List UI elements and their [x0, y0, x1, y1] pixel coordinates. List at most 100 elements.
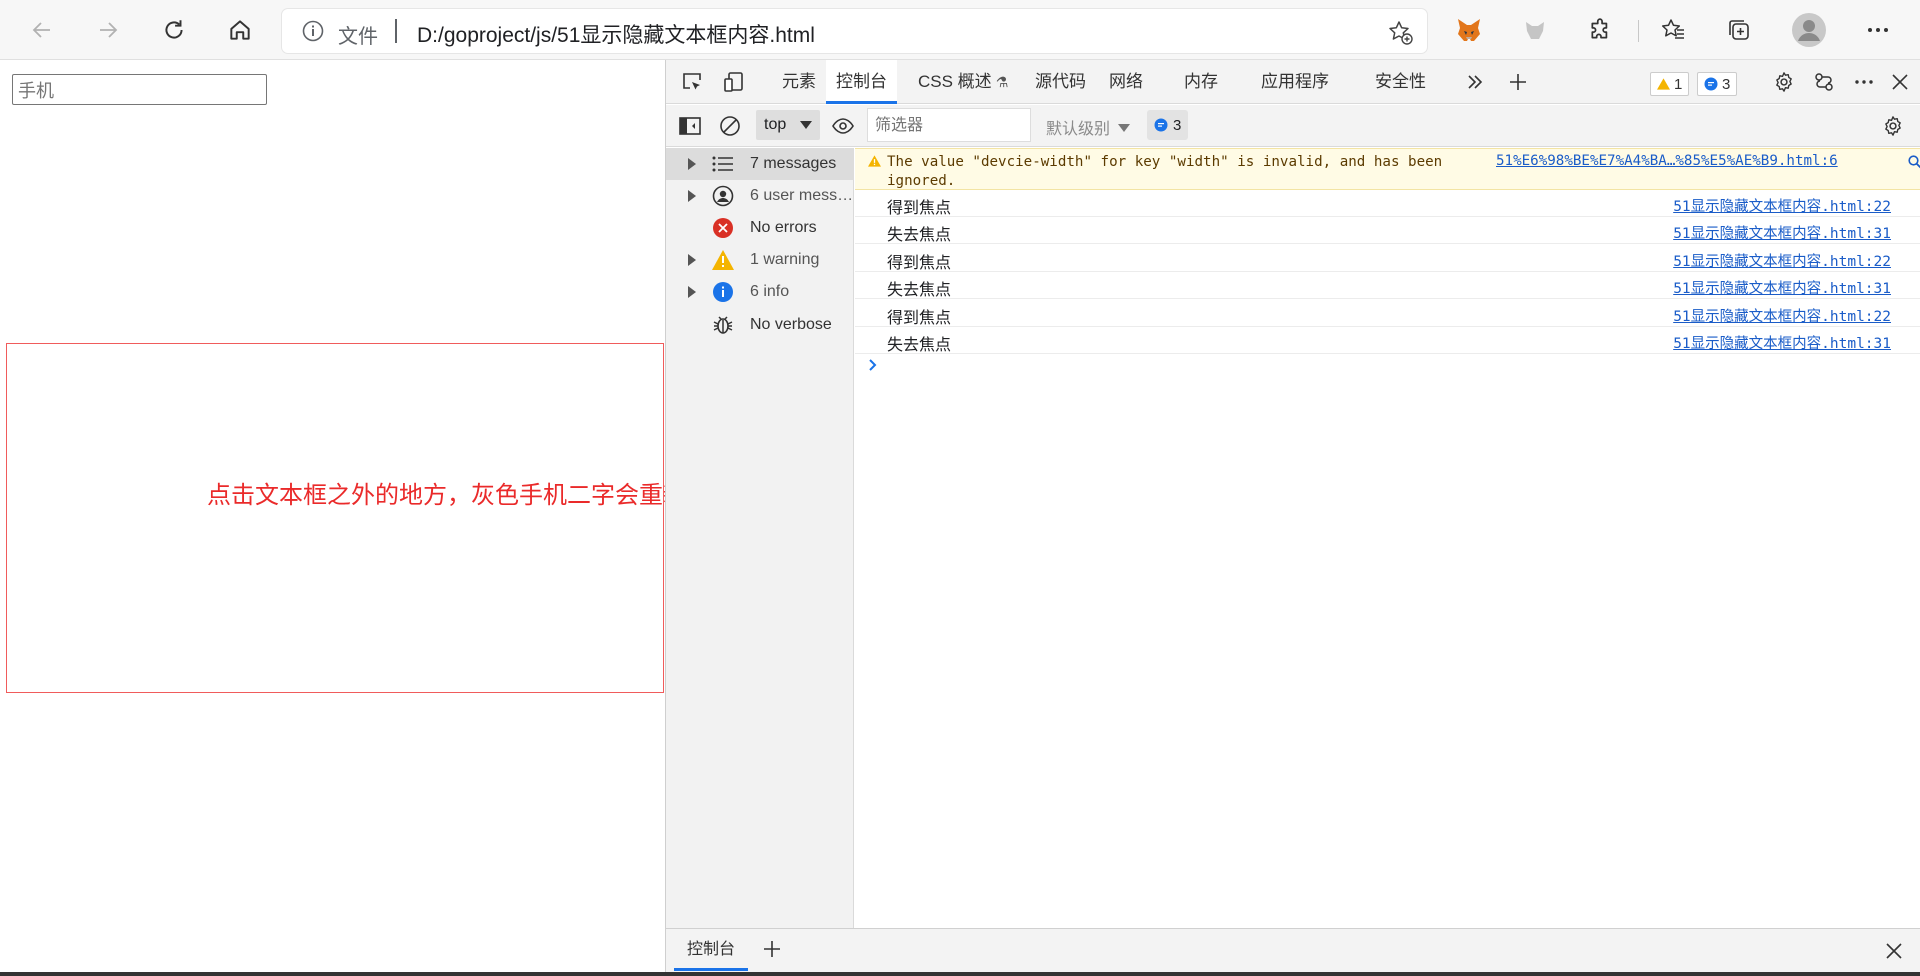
- clear-console-button[interactable]: [718, 114, 742, 138]
- expand-arrow-icon[interactable]: [688, 190, 696, 202]
- collections-button[interactable]: [1721, 12, 1757, 48]
- warnings-count: 1: [1674, 75, 1683, 93]
- red-bordered-box: 点击文本框之外的地方，灰色手机二字会重新显示: [6, 343, 735, 693]
- live-expression-button[interactable]: [831, 114, 855, 138]
- more-tabs-button[interactable]: [1463, 70, 1487, 94]
- tab-css-overview-label: CSS 概述: [918, 72, 992, 91]
- console-log-row: 得到焦点 51显示隐藏文本框内容.html:22: [855, 300, 1920, 327]
- forward-button[interactable]: [90, 12, 126, 48]
- add-tab-button[interactable]: [1506, 70, 1530, 94]
- log-source-link[interactable]: 51显示隐藏文本框内容.html:31: [1673, 222, 1891, 243]
- console-log-row: 失去焦点 51显示隐藏文本框内容.html:31: [855, 217, 1920, 244]
- home-icon: [230, 20, 250, 40]
- chevron-down-icon: [1118, 124, 1131, 132]
- sidebar-item-errors[interactable]: No errors: [666, 212, 854, 244]
- extensions-button[interactable]: [1583, 12, 1619, 48]
- sidebar-item-user-messages[interactable]: 6 user messa...: [666, 180, 854, 212]
- inspect-element-button[interactable]: [680, 70, 704, 94]
- tab-console[interactable]: 控制台: [826, 60, 897, 104]
- plus-icon: [1510, 74, 1526, 90]
- warning-message: The value "devcie-width" for key "width"…: [887, 154, 1443, 189]
- log-source-link[interactable]: 51显示隐藏文本框内容.html:31: [1673, 277, 1891, 298]
- refresh-button[interactable]: [156, 12, 192, 48]
- list-icon: [712, 153, 734, 175]
- taskbar-edge: [0, 972, 1920, 976]
- bug-icon: [712, 314, 734, 336]
- connections-icon: [1815, 73, 1833, 91]
- sidebar-item-warnings[interactable]: 1 warning: [666, 244, 854, 276]
- home-button[interactable]: [222, 12, 258, 48]
- message-icon: [1704, 77, 1718, 91]
- device-emulation-button[interactable]: [722, 70, 746, 94]
- log-message: 得到焦点: [887, 308, 952, 327]
- log-source-link[interactable]: 51显示隐藏文本框内容.html:22: [1673, 305, 1891, 326]
- log-source-link[interactable]: 51显示隐藏文本框内容.html:31: [1673, 332, 1891, 353]
- close-devtools-button[interactable]: [1888, 70, 1912, 94]
- tab-network[interactable]: 网络: [1103, 60, 1149, 104]
- tab-elements[interactable]: 元素: [776, 60, 822, 104]
- issues-badge[interactable]: 3: [1147, 110, 1189, 140]
- console-log-row: 失去焦点 51显示隐藏文本框内容.html:31: [855, 327, 1920, 354]
- flask-icon: ⚗: [995, 74, 1009, 90]
- extension-button-2[interactable]: [1517, 12, 1553, 48]
- phone-input[interactable]: 手机: [12, 74, 267, 105]
- search-icon[interactable]: [1908, 155, 1920, 169]
- sidebar-item-label: No verbose: [750, 316, 832, 333]
- sidebar-item-messages[interactable]: 7 messages: [666, 148, 854, 180]
- devtools-more-button[interactable]: [1852, 70, 1876, 94]
- metamask-extension-button[interactable]: [1451, 12, 1487, 48]
- address-bar[interactable]: 文件 D:/goproject/js/51显示隐藏文本框内容.html: [282, 9, 1427, 53]
- close-drawer-button[interactable]: [1882, 939, 1906, 963]
- devtools-settings-button[interactable]: [1772, 70, 1796, 94]
- back-button[interactable]: [24, 12, 60, 48]
- tab-css-overview[interactable]: CSS 概述 ⚗: [912, 60, 1014, 104]
- filter-input[interactable]: 筛选器: [867, 108, 1031, 142]
- expand-arrow-icon[interactable]: [688, 158, 696, 170]
- favorites-button[interactable]: [1655, 12, 1691, 48]
- settings-more-button[interactable]: [1860, 12, 1896, 48]
- issues-count: 3: [1173, 116, 1182, 134]
- sidebar-item-info[interactable]: 6 info: [666, 276, 854, 308]
- tab-security[interactable]: 安全性: [1369, 60, 1432, 104]
- log-source-link[interactable]: 51显示隐藏文本框内容.html:22: [1673, 195, 1891, 216]
- tab-application[interactable]: 应用程序: [1255, 60, 1335, 104]
- warning-source-link[interactable]: 51%E6%98%BE%E7%A4%BA…%85%E5%AE%B9.html:6: [1496, 153, 1838, 169]
- collections-icon: [1729, 20, 1749, 40]
- warnings-badge[interactable]: 1: [1650, 72, 1690, 96]
- info-icon[interactable]: [302, 20, 324, 42]
- console-prompt[interactable]: [868, 358, 878, 372]
- sidebar-item-verbose[interactable]: No verbose: [666, 309, 854, 341]
- tab-memory[interactable]: 内存: [1178, 60, 1224, 104]
- context-select-value: top: [764, 116, 787, 133]
- address-separator: [395, 19, 397, 43]
- error-icon: [712, 217, 734, 239]
- tab-sources[interactable]: 源代码: [1029, 60, 1092, 104]
- more-horizontal-icon: [1868, 28, 1888, 32]
- eye-icon: [832, 118, 854, 134]
- connections-button[interactable]: [1812, 70, 1836, 94]
- messages-badge[interactable]: 3: [1697, 72, 1738, 96]
- context-select[interactable]: top: [756, 110, 820, 140]
- expand-arrow-icon[interactable]: [688, 286, 696, 298]
- profile-button[interactable]: [1789, 10, 1829, 50]
- wolf-icon: [1526, 22, 1544, 39]
- console-settings-button[interactable]: [1881, 114, 1905, 138]
- more-horizontal-icon: [1855, 80, 1873, 84]
- block-icon: [720, 116, 740, 136]
- toggle-sidebar-button[interactable]: [678, 114, 702, 138]
- address-url[interactable]: D:/goproject/js/51显示隐藏文本框内容.html: [417, 19, 815, 49]
- drawer-tab-console[interactable]: 控制台: [674, 929, 748, 975]
- expand-arrow-icon[interactable]: [688, 254, 696, 266]
- console-warning-row: The value "devcie-width" for key "width"…: [855, 148, 1920, 190]
- log-source-link[interactable]: 51显示隐藏文本框内容.html:22: [1673, 250, 1891, 271]
- avatar-icon: [1792, 13, 1826, 47]
- warning-icon: [1657, 78, 1670, 90]
- chevron-down-icon: [800, 121, 812, 129]
- gear-icon: [1776, 72, 1792, 92]
- add-favorite-icon[interactable]: [1387, 19, 1413, 45]
- drawer-add-tab-button[interactable]: [760, 937, 784, 961]
- log-message: 失去焦点: [887, 225, 952, 244]
- refresh-icon: [165, 20, 183, 39]
- log-level-select[interactable]: 默认级别: [1046, 115, 1131, 139]
- console-log-row: 得到焦点 51显示隐藏文本框内容.html:22: [855, 190, 1920, 217]
